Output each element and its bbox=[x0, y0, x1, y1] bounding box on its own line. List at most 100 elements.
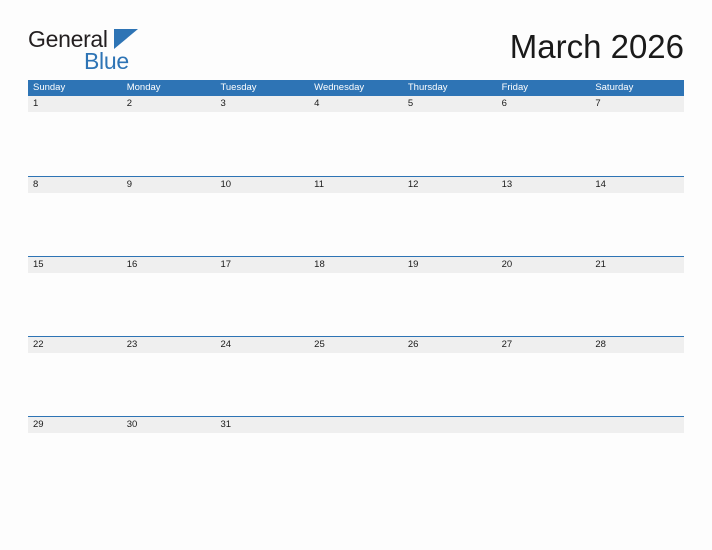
weekday-header-friday: Friday bbox=[501, 82, 528, 93]
day-events-area[interactable] bbox=[309, 193, 403, 257]
day-number bbox=[402, 417, 497, 433]
day-events-area[interactable] bbox=[215, 353, 309, 417]
day-events-area[interactable] bbox=[122, 353, 216, 417]
day-cell[interactable]: 26 bbox=[402, 337, 497, 417]
day-events-area[interactable] bbox=[497, 433, 591, 497]
day-events-area[interactable] bbox=[28, 273, 122, 337]
day-number: 8 bbox=[28, 177, 122, 193]
day-cell[interactable]: 31 bbox=[215, 417, 310, 497]
day-cell[interactable]: 7 bbox=[590, 96, 685, 176]
day-events-area[interactable] bbox=[403, 112, 497, 176]
day-cell[interactable]: 14 bbox=[590, 177, 685, 257]
day-events-area[interactable] bbox=[403, 193, 497, 257]
day-events-area[interactable] bbox=[215, 273, 309, 337]
day-number: 10 bbox=[215, 177, 310, 193]
day-cell[interactable]: 29 bbox=[28, 417, 122, 496]
day-events-area[interactable] bbox=[403, 273, 497, 337]
day-cell[interactable]: 17 bbox=[215, 257, 310, 337]
day-events-area[interactable] bbox=[28, 433, 122, 497]
day-cell[interactable]: 3 bbox=[215, 96, 310, 176]
day-number: 2 bbox=[121, 96, 216, 112]
day-events-area[interactable] bbox=[309, 353, 403, 417]
day-cell[interactable]: 1 bbox=[28, 96, 122, 176]
day-cell[interactable]: 9 bbox=[121, 177, 216, 257]
day-number: 26 bbox=[402, 337, 497, 353]
day-events-area[interactable] bbox=[309, 112, 403, 176]
weekday-header-row: Sunday Monday Tuesday Wednesday Thursday… bbox=[28, 80, 684, 96]
day-number: 18 bbox=[309, 257, 403, 273]
day-events-area[interactable] bbox=[122, 273, 216, 337]
day-events-area[interactable] bbox=[215, 112, 309, 176]
day-cell[interactable]: 25 bbox=[309, 337, 403, 416]
day-cell[interactable]: 16 bbox=[121, 257, 216, 337]
week-row: 1 2 3 4 5 6 7 bbox=[28, 96, 685, 176]
day-cell[interactable]: 28 bbox=[590, 337, 685, 417]
day-events-area[interactable] bbox=[590, 273, 684, 337]
day-events-area[interactable] bbox=[28, 193, 122, 257]
day-events-area[interactable] bbox=[215, 193, 309, 257]
day-number: 15 bbox=[28, 257, 122, 273]
day-number: 20 bbox=[496, 257, 591, 273]
day-events-area[interactable] bbox=[122, 193, 216, 257]
day-events-area[interactable] bbox=[497, 193, 591, 257]
day-events-area[interactable] bbox=[497, 273, 591, 337]
day-cell[interactable]: 13 bbox=[496, 177, 591, 257]
day-cell[interactable] bbox=[590, 417, 685, 497]
day-cell[interactable]: 22 bbox=[28, 337, 122, 416]
day-events-area[interactable] bbox=[403, 433, 497, 497]
day-number: 21 bbox=[590, 257, 685, 273]
day-number: 4 bbox=[309, 96, 403, 112]
weekday-header-wednesday: Wednesday bbox=[314, 82, 365, 93]
day-number: 29 bbox=[28, 417, 122, 433]
day-events-area[interactable] bbox=[215, 433, 309, 497]
day-events-area[interactable] bbox=[122, 433, 216, 497]
day-cell[interactable]: 6 bbox=[496, 96, 591, 176]
day-cell[interactable]: 18 bbox=[309, 257, 403, 336]
day-cell[interactable]: 27 bbox=[496, 337, 591, 417]
day-cell[interactable]: 8 bbox=[28, 177, 122, 256]
day-cell[interactable]: 23 bbox=[121, 337, 216, 417]
day-cell[interactable]: 19 bbox=[402, 257, 497, 337]
calendar-grid: Sunday Monday Tuesday Wednesday Thursday… bbox=[28, 80, 685, 497]
day-cell[interactable]: 20 bbox=[496, 257, 591, 337]
day-cell[interactable]: 10 bbox=[215, 177, 310, 257]
day-number: 28 bbox=[590, 337, 685, 353]
weekday-header-monday: Monday bbox=[126, 82, 161, 93]
day-cell[interactable]: 11 bbox=[309, 177, 403, 256]
day-cell[interactable]: 24 bbox=[215, 337, 310, 417]
day-events-area[interactable] bbox=[309, 273, 403, 337]
day-number: 24 bbox=[215, 337, 310, 353]
day-events-area[interactable] bbox=[122, 112, 216, 176]
page-header: General Blue March 2026 bbox=[28, 26, 684, 74]
day-events-area[interactable] bbox=[403, 353, 497, 417]
day-cell[interactable] bbox=[402, 417, 497, 497]
day-events-area[interactable] bbox=[590, 112, 684, 176]
day-cell[interactable]: 15 bbox=[28, 257, 122, 336]
triangle-flag-icon bbox=[114, 29, 138, 49]
day-events-area[interactable] bbox=[590, 433, 684, 497]
day-cell[interactable]: 2 bbox=[121, 96, 216, 176]
day-events-area[interactable] bbox=[590, 193, 684, 257]
day-number bbox=[590, 417, 685, 433]
day-cell[interactable]: 5 bbox=[402, 96, 497, 176]
day-cell[interactable] bbox=[496, 417, 591, 497]
day-events-area[interactable] bbox=[497, 353, 591, 417]
day-number: 5 bbox=[402, 96, 497, 112]
day-events-area[interactable] bbox=[497, 112, 591, 176]
day-number: 27 bbox=[496, 337, 591, 353]
week-row: 15 16 17 18 19 20 21 bbox=[28, 256, 685, 337]
day-cell[interactable]: 21 bbox=[590, 257, 685, 337]
day-cell[interactable] bbox=[309, 417, 403, 496]
logo-text-blue: Blue bbox=[84, 48, 129, 74]
day-events-area[interactable] bbox=[28, 353, 122, 417]
day-cell[interactable]: 12 bbox=[402, 177, 497, 257]
day-events-area[interactable] bbox=[28, 112, 122, 176]
day-number: 16 bbox=[121, 257, 216, 273]
day-number: 25 bbox=[309, 337, 403, 353]
day-events-area[interactable] bbox=[309, 433, 403, 497]
day-number: 14 bbox=[590, 177, 685, 193]
generalblue-logo[interactable]: General Blue bbox=[28, 26, 228, 74]
day-events-area[interactable] bbox=[590, 353, 684, 417]
day-cell[interactable]: 4 bbox=[309, 96, 403, 176]
day-cell[interactable]: 30 bbox=[121, 417, 216, 497]
